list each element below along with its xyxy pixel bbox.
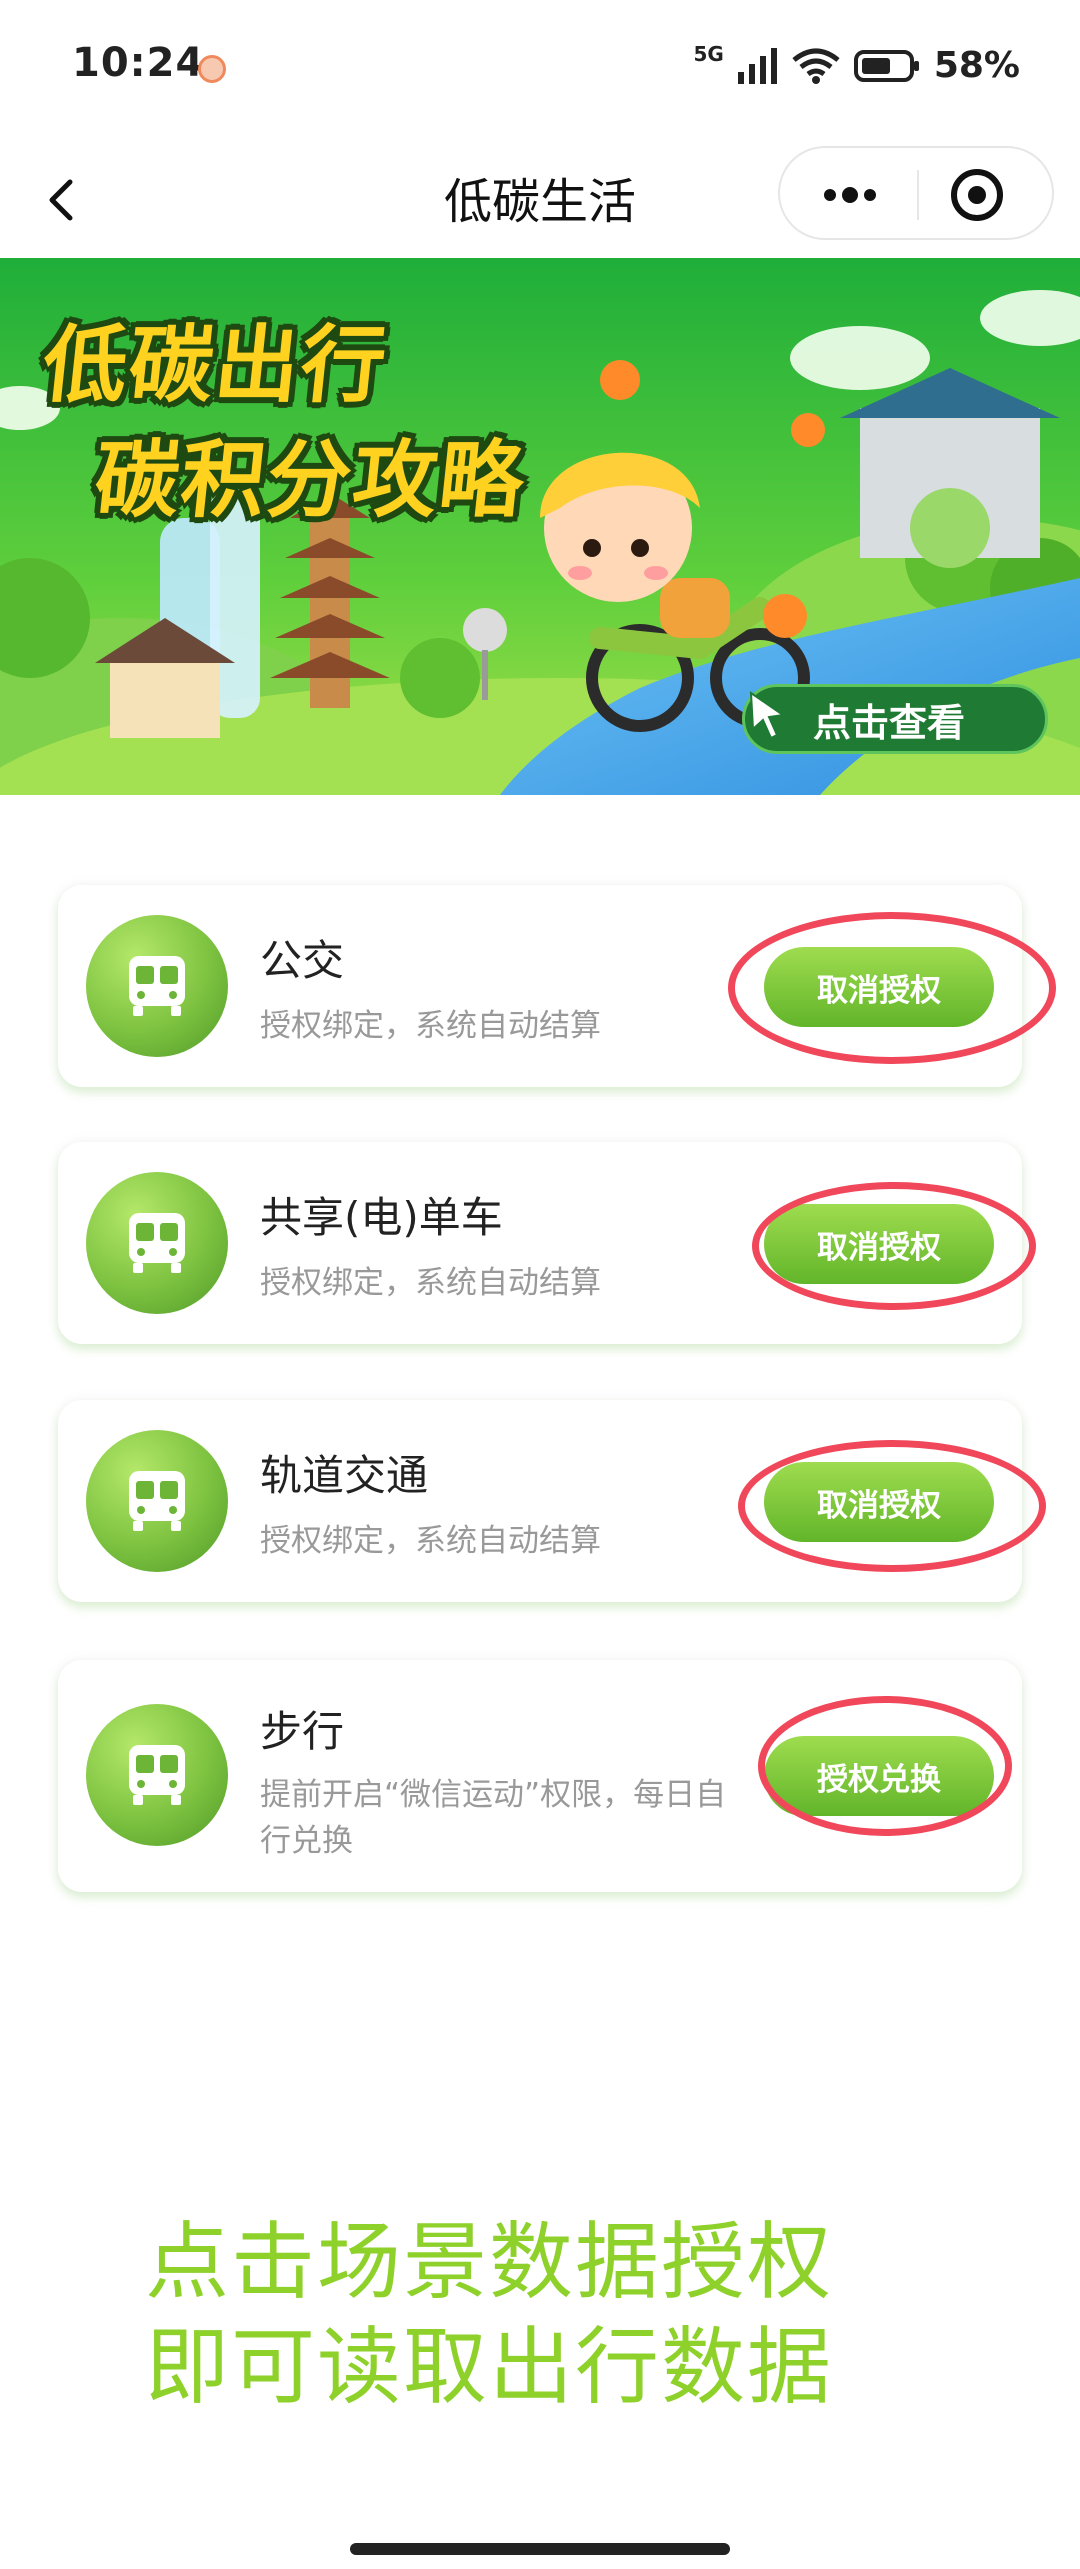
status-time: 10:24 xyxy=(72,40,205,86)
card-desc: 提前开启“微信运动”权限，每日自行兑换 xyxy=(260,1777,727,1859)
banner-cta-label: 点击查看 xyxy=(813,700,966,745)
banner-title-line2: 碳积分攻略 xyxy=(90,431,531,529)
cancel-authorization-button[interactable]: 取消授权 xyxy=(764,1462,994,1542)
hint-line2: 即可读取出行数据 xyxy=(145,2318,834,2416)
bus-icon xyxy=(86,915,228,1057)
cancel-authorization-button[interactable]: 取消授权 xyxy=(764,947,994,1027)
promo-banner[interactable]: 低碳出行 碳积分攻略 点击查看 xyxy=(0,258,1080,795)
card-desc: 授权绑定，系统自动结算 xyxy=(260,1523,601,1559)
status-bar: 10:24 5G 58% xyxy=(0,0,1080,140)
signal-icon xyxy=(737,47,777,84)
app-notification-icon xyxy=(198,55,226,83)
bus-icon xyxy=(86,1172,228,1314)
card-title: 轨道交通 xyxy=(260,1451,429,1500)
list-item-walking: 步行 提前开启“微信运动”权限，每日自行兑换 授权兑换 xyxy=(58,1660,1022,1892)
card-desc: 授权绑定，系统自动结算 xyxy=(260,1008,601,1044)
close-icon[interactable] xyxy=(948,166,1006,224)
list-item-shared-bike: 共享(电)单车 授权绑定，系统自动结算 取消授权 xyxy=(58,1142,1022,1344)
banner-title-line1: 低碳出行 xyxy=(38,316,393,414)
nav-bar: 低碳生活 xyxy=(0,140,1080,258)
battery-icon xyxy=(853,49,919,82)
status-indicators: 5G 58% xyxy=(693,41,1020,87)
card-title: 公交 xyxy=(260,936,345,985)
list-item-rail-transit: 轨道交通 授权绑定，系统自动结算 取消授权 xyxy=(58,1400,1022,1602)
bus-icon xyxy=(86,1704,228,1846)
list-item-bus: 公交 授权绑定，系统自动结算 取消授权 xyxy=(58,885,1022,1087)
authorize-exchange-button[interactable]: 授权兑换 xyxy=(764,1736,994,1816)
banner-cta-button[interactable]: 点击查看 xyxy=(742,684,1048,754)
mini-program-capsule xyxy=(778,146,1054,240)
capsule-divider xyxy=(917,170,919,220)
card-desc: 授权绑定，系统自动结算 xyxy=(260,1265,601,1301)
hint-line1: 点击场景数据授权 xyxy=(145,2213,834,2311)
card-title: 共享(电)单车 xyxy=(260,1193,503,1242)
cursor-arrow-icon xyxy=(749,691,786,740)
bus-icon xyxy=(86,1430,228,1572)
cancel-authorization-button[interactable]: 取消授权 xyxy=(764,1204,994,1284)
home-indicator[interactable] xyxy=(350,2543,730,2555)
more-icon[interactable] xyxy=(810,168,890,222)
battery-percent: 58% xyxy=(933,45,1020,86)
network-type: 5G xyxy=(693,41,724,66)
wifi-icon xyxy=(792,48,840,84)
card-title: 步行 xyxy=(260,1707,345,1756)
